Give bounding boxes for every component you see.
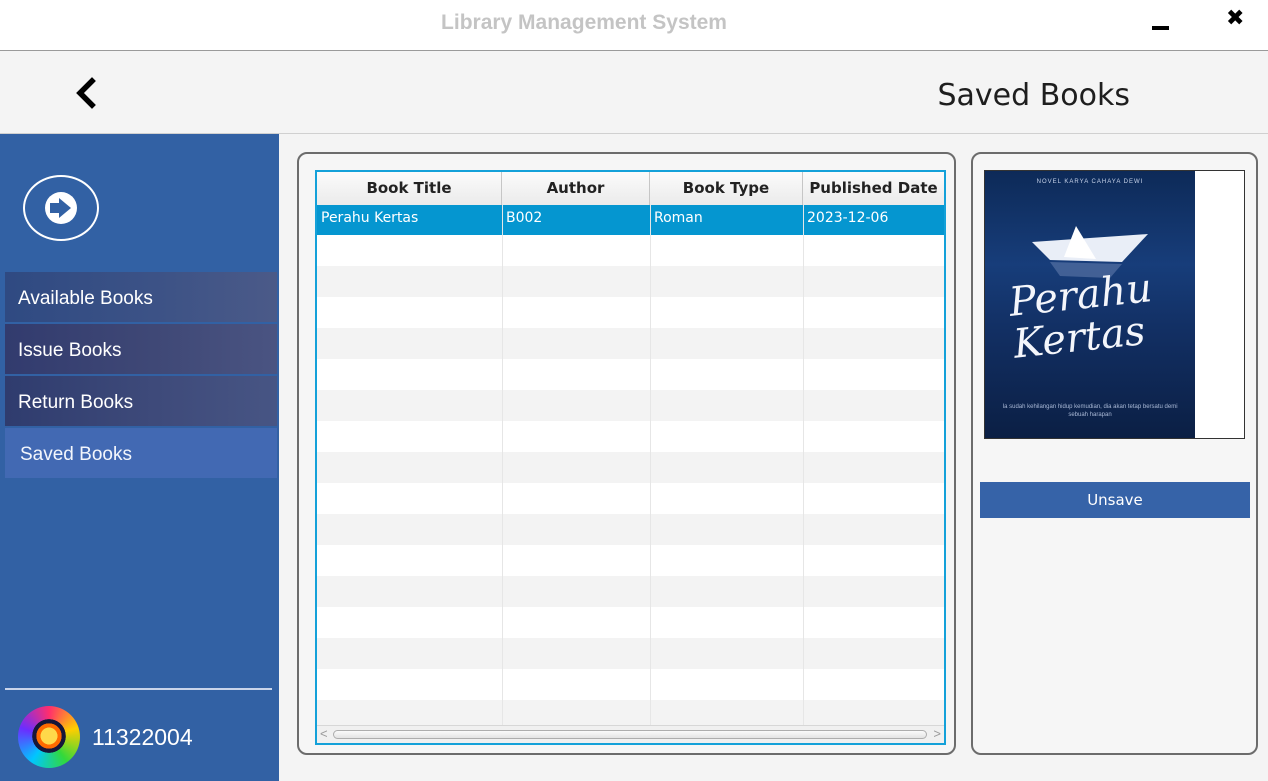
page-title: Saved Books: [937, 78, 1130, 113]
sidebar-item-return-books[interactable]: Return Books: [5, 376, 277, 426]
scrollbar-thumb[interactable]: [333, 730, 927, 739]
horizontal-scrollbar[interactable]: < >: [317, 725, 944, 743]
table-header: Book Title Author Book Type Published Da…: [317, 172, 944, 206]
logout-icon[interactable]: [23, 175, 99, 241]
cell-author: B002: [506, 210, 543, 226]
chevron-left-icon[interactable]: [70, 73, 100, 113]
sidebar-item-saved-books[interactable]: Saved Books: [5, 428, 277, 478]
column-header-author[interactable]: Author: [502, 172, 650, 205]
column-header-book-title[interactable]: Book Title: [317, 172, 502, 205]
cover-title: Perahu Kertas: [1006, 265, 1155, 368]
cover-author-text: NOVEL KARYA CAHAYA DEWI: [1036, 179, 1144, 185]
sidebar: Available Books Issue Books Return Books…: [0, 134, 279, 781]
cover-tagline: Ia sudah kehilangan hidup kemudian, dia …: [1002, 404, 1178, 418]
book-cover-image: NOVEL KARYA CAHAYA DEWI Perahu Kertas Ia…: [985, 171, 1195, 438]
book-cover-frame: NOVEL KARYA CAHAYA DEWI Perahu Kertas Ia…: [984, 170, 1245, 439]
window-title: Library Management System: [441, 11, 727, 34]
sidebar-divider: [5, 688, 272, 690]
empty-rows: [317, 235, 944, 725]
minimize-icon[interactable]: [1152, 12, 1172, 34]
unsave-button[interactable]: Unsave: [980, 482, 1250, 518]
cell-book-title: Perahu Kertas: [321, 210, 419, 226]
user-id: 11322004: [92, 724, 193, 750]
table-row[interactable]: Perahu Kertas B002 Roman 2023-12-06: [317, 205, 944, 235]
sidebar-item-issue-books[interactable]: Issue Books: [5, 324, 277, 374]
saved-books-table[interactable]: Book Title Author Book Type Published Da…: [315, 170, 946, 745]
column-header-published-date[interactable]: Published Date: [803, 172, 944, 205]
close-icon[interactable]: ✖: [1226, 6, 1244, 31]
column-divider: [650, 205, 651, 725]
sidebar-item-available-books[interactable]: Available Books: [5, 272, 277, 322]
scroll-right-icon[interactable]: >: [933, 726, 941, 741]
cell-published-date: 2023-12-06: [807, 210, 889, 226]
window-titlebar: Library Management System ✖: [0, 0, 1268, 51]
page-header: Saved Books: [0, 51, 1268, 134]
cell-book-type: Roman: [654, 210, 703, 226]
avatar: [18, 706, 80, 768]
column-header-book-type[interactable]: Book Type: [650, 172, 803, 205]
column-divider: [803, 205, 804, 725]
scroll-left-icon[interactable]: <: [320, 726, 328, 741]
column-divider: [502, 205, 503, 725]
